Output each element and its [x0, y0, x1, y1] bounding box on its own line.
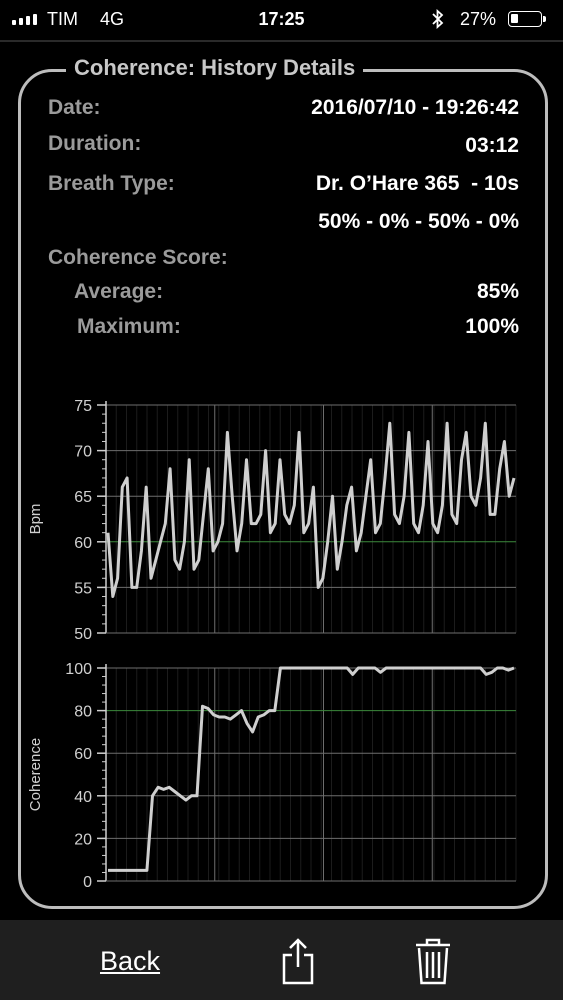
bottom-toolbar: Back [0, 920, 563, 1000]
status-divider [0, 40, 563, 42]
back-button[interactable]: Back [100, 946, 160, 977]
panel-title: Coherence: History Details [66, 55, 364, 81]
breath-type-value: Dr. O’Hare 365 - 10s [315, 172, 519, 195]
duration-label: Duration: [48, 132, 142, 155]
duration-value: 03:12 [465, 134, 519, 157]
status-bar: TIM 4G 17:25 27% [0, 0, 563, 40]
average-label: Average: [74, 280, 164, 303]
date-value: 2016/07/10 - 19:26:42 [311, 96, 519, 119]
maximum-label: Maximum: [77, 315, 181, 338]
bluetooth-icon [432, 8, 444, 34]
share-icon[interactable] [278, 937, 318, 985]
breath-pattern-value: 50% - 0% - 50% - 0% [318, 210, 519, 233]
breath-type-label: Breath Type: [48, 172, 175, 195]
trash-icon[interactable] [414, 936, 452, 986]
battery-percent: 27% [460, 9, 497, 29]
battery-icon [508, 11, 546, 27]
maximum-value: 100% [465, 315, 519, 338]
coherence-score-label: Coherence Score: [48, 246, 228, 269]
average-value: 85% [476, 280, 519, 303]
date-label: Date: [48, 96, 101, 119]
